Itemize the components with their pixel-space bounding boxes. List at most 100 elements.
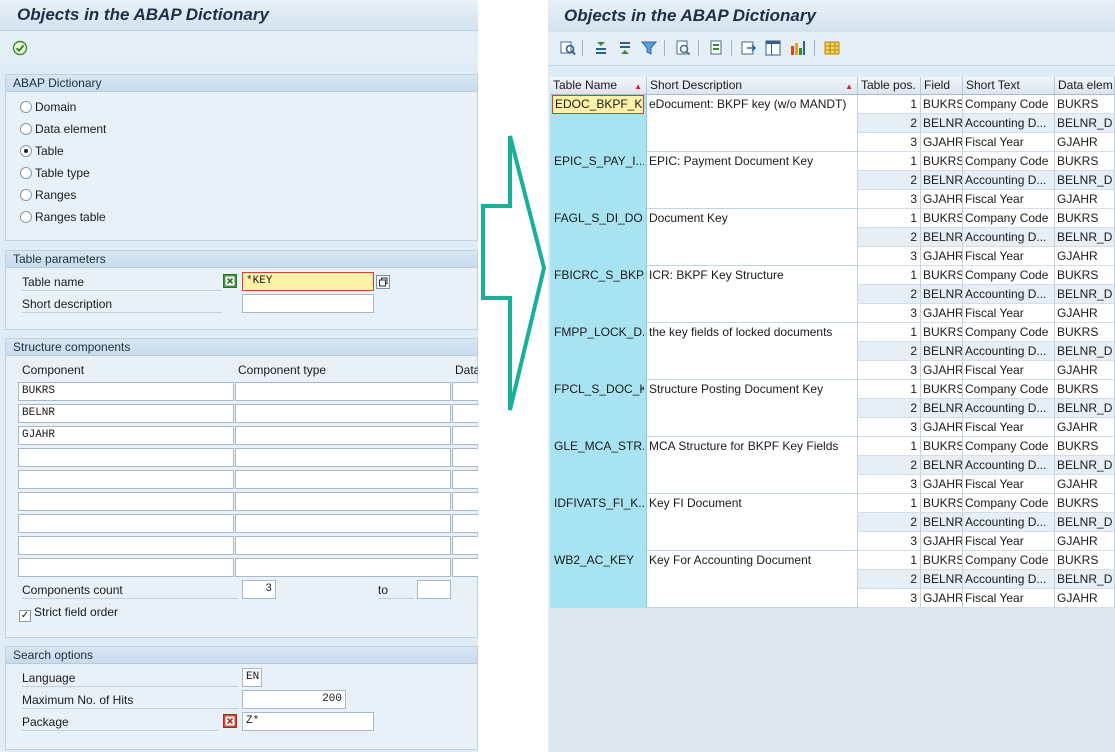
data-element-cell[interactable]: BELNR_D [1055, 570, 1115, 589]
table-pos-cell[interactable]: 3 [858, 532, 921, 551]
table-pos-cell[interactable]: 2 [858, 228, 921, 247]
data-input[interactable] [452, 492, 478, 511]
strict-field-order-checkbox[interactable]: ✓ Strict field order [19, 603, 118, 622]
table-pos-cell[interactable]: 1 [858, 437, 921, 456]
table-pos-cell[interactable]: 2 [858, 285, 921, 304]
table-pos-cell[interactable]: 2 [858, 513, 921, 532]
short-text-cell[interactable]: Company Code [963, 437, 1055, 456]
component-input[interactable]: BELNR [18, 404, 234, 423]
short-description-cell[interactable]: Structure Posting Document Key [647, 380, 858, 437]
table-pos-cell[interactable]: 2 [858, 342, 921, 361]
short-text-cell[interactable]: Accounting D... [963, 342, 1055, 361]
short-text-cell[interactable]: Fiscal Year [963, 304, 1055, 323]
field-cell[interactable]: BELNR [921, 114, 963, 133]
data-element-cell[interactable]: BELNR_D [1055, 342, 1115, 361]
short-description-cell[interactable]: ICR: BKPF Key Structure [647, 266, 858, 323]
table-pos-cell[interactable]: 3 [858, 418, 921, 437]
table-pos-cell[interactable]: 3 [858, 589, 921, 608]
short-text-cell[interactable]: Accounting D... [963, 285, 1055, 304]
table-name-cell[interactable]: FMPP_LOCK_D... [550, 323, 647, 380]
table-name-cell[interactable]: IDFIVATS_FI_K... [550, 494, 647, 551]
table-pos-cell[interactable]: 3 [858, 133, 921, 152]
field-cell[interactable]: GJAHR [921, 247, 963, 266]
package-input[interactable]: Z* [242, 712, 374, 731]
short-description-cell[interactable]: the key fields of locked documents [647, 323, 858, 380]
column-header-table-pos[interactable]: Table pos. [858, 77, 921, 95]
field-cell[interactable]: BELNR [921, 570, 963, 589]
sort-descending-icon[interactable] [617, 40, 633, 56]
data-input[interactable] [452, 514, 478, 533]
table-pos-cell[interactable]: 3 [858, 304, 921, 323]
spreadsheet-icon[interactable] [824, 40, 840, 56]
field-cell[interactable]: BELNR [921, 399, 963, 418]
table-pos-cell[interactable]: 3 [858, 475, 921, 494]
short-text-cell[interactable]: Company Code [963, 95, 1055, 114]
table-pos-cell[interactable]: 3 [858, 361, 921, 380]
data-input[interactable] [452, 470, 478, 489]
data-element-cell[interactable]: GJAHR [1055, 304, 1115, 323]
radio-domain[interactable]: Domain [20, 98, 76, 116]
component-input[interactable]: GJAHR [18, 426, 234, 445]
component-input[interactable] [18, 492, 234, 511]
component-input[interactable] [18, 536, 234, 555]
radio-icon[interactable] [20, 123, 32, 135]
short-text-cell[interactable]: Accounting D... [963, 171, 1055, 190]
component-input[interactable] [18, 470, 234, 489]
data-element-cell[interactable]: BELNR_D [1055, 513, 1115, 532]
data-input[interactable] [452, 536, 478, 555]
radio-icon[interactable] [20, 189, 32, 201]
short-text-cell[interactable]: Fiscal Year [963, 475, 1055, 494]
field-cell[interactable]: BELNR [921, 228, 963, 247]
component-input[interactable] [18, 448, 234, 467]
field-cell[interactable]: GJAHR [921, 589, 963, 608]
table-pos-cell[interactable]: 2 [858, 399, 921, 418]
short-description-cell[interactable]: EPIC: Payment Document Key [647, 152, 858, 209]
column-header-short-text[interactable]: Short Text [963, 77, 1055, 95]
field-cell[interactable]: GJAHR [921, 133, 963, 152]
multiple-selection-icon[interactable] [376, 275, 390, 289]
short-description-cell[interactable]: Document Key [647, 209, 858, 266]
component-input[interactable]: BUKRS [18, 382, 234, 401]
component-type-input[interactable] [235, 382, 451, 401]
short-text-cell[interactable]: Fiscal Year [963, 247, 1055, 266]
component-type-input[interactable] [235, 426, 451, 445]
short-text-cell[interactable]: Accounting D... [963, 228, 1055, 247]
include-icon[interactable] [223, 274, 237, 288]
export-icon[interactable] [708, 40, 724, 56]
short-text-cell[interactable]: Company Code [963, 152, 1055, 171]
field-cell[interactable]: BUKRS [921, 551, 963, 570]
short-text-cell[interactable]: Accounting D... [963, 399, 1055, 418]
data-input[interactable] [452, 558, 478, 577]
short-text-cell[interactable]: Company Code [963, 323, 1055, 342]
data-element-cell[interactable]: GJAHR [1055, 247, 1115, 266]
column-header-short-description[interactable]: Short Description ▲ [647, 77, 858, 95]
components-count-input[interactable]: 3 [242, 580, 276, 599]
component-type-input[interactable] [235, 536, 451, 555]
short-text-cell[interactable]: Fiscal Year [963, 532, 1055, 551]
data-element-cell[interactable]: GJAHR [1055, 190, 1115, 209]
radio-table[interactable]: Table [20, 142, 64, 160]
field-cell[interactable]: BUKRS [921, 380, 963, 399]
component-type-input[interactable] [235, 470, 451, 489]
table-name-cell[interactable]: GLE_MCA_STR... [550, 437, 647, 494]
field-cell[interactable]: BELNR [921, 456, 963, 475]
layout-icon[interactable] [765, 40, 781, 56]
short-description-cell[interactable]: Key For Accounting Document [647, 551, 858, 608]
table-name-cell[interactable]: WB2_AC_KEY [550, 551, 647, 608]
table-pos-cell[interactable]: 1 [858, 152, 921, 171]
radio-ranges[interactable]: Ranges [20, 186, 76, 204]
data-element-cell[interactable]: BELNR_D [1055, 228, 1115, 247]
data-input[interactable] [452, 382, 478, 401]
table-pos-cell[interactable]: 2 [858, 456, 921, 475]
component-type-input[interactable] [235, 558, 451, 577]
table-pos-cell[interactable]: 1 [858, 551, 921, 570]
radio-ranges-table[interactable]: Ranges table [20, 208, 106, 226]
radio-selected-icon[interactable] [20, 145, 32, 157]
radio-data-element[interactable]: Data element [20, 120, 106, 138]
table-pos-cell[interactable]: 2 [858, 114, 921, 133]
short-description-input[interactable] [242, 294, 374, 313]
field-cell[interactable]: BUKRS [921, 494, 963, 513]
component-input[interactable] [18, 558, 234, 577]
language-input[interactable]: EN [242, 668, 262, 687]
data-input[interactable] [452, 426, 478, 445]
